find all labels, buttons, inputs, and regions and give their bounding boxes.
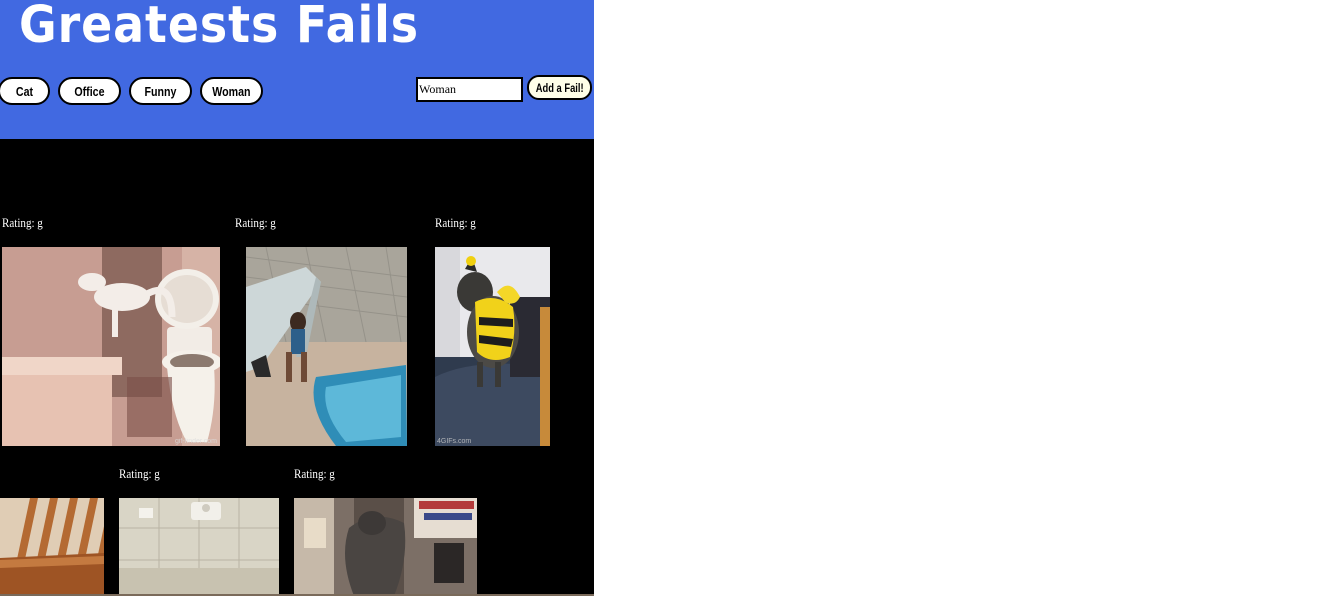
- gif-rating: Rating: g: [294, 466, 335, 481]
- category-button-funny[interactable]: Funny: [129, 77, 192, 105]
- gif-rating: Rating: g: [435, 215, 476, 230]
- gif-thumbnail-bee-cat[interactable]: 4GIFs.com: [435, 247, 550, 446]
- gif-image: [246, 247, 407, 446]
- add-fail-button[interactable]: Add a Fail!: [527, 75, 592, 100]
- gif-image: [2, 247, 220, 446]
- header: Greatests Fails Cat Office Funny Woman A…: [0, 0, 594, 139]
- category-button-office[interactable]: Office: [58, 77, 121, 105]
- gif-thumbnail-shop-cat[interactable]: [294, 498, 477, 596]
- gif-thumbnail-bathroom[interactable]: [119, 498, 279, 596]
- app-root: Greatests Fails Cat Office Funny Woman A…: [0, 0, 594, 596]
- gif-watermark: gif-finder.com: [174, 438, 217, 445]
- gif-results: Rating: g gif-finder.com Rating: g Ratin…: [0, 139, 594, 596]
- gif-watermark: 4GIFs.com: [437, 438, 472, 445]
- gif-image: [435, 247, 550, 446]
- gif-rating: Rating: g: [2, 215, 43, 230]
- site-title: Greatests Fails: [19, 0, 419, 55]
- gif-image: [119, 498, 279, 596]
- gif-thumbnail-cat-toilet[interactable]: gif-finder.com: [2, 247, 220, 446]
- gif-rating: Rating: g: [235, 215, 276, 230]
- search-input[interactable]: [416, 77, 523, 102]
- gif-image: [294, 498, 477, 596]
- gif-thumbnail-pool-slip[interactable]: [246, 247, 407, 446]
- category-button-cat[interactable]: Cat: [0, 77, 50, 105]
- category-button-woman[interactable]: Woman: [200, 77, 263, 105]
- gif-thumbnail-chair[interactable]: [0, 498, 104, 596]
- gif-image: [0, 498, 104, 596]
- gif-rating: Rating: g: [119, 466, 160, 481]
